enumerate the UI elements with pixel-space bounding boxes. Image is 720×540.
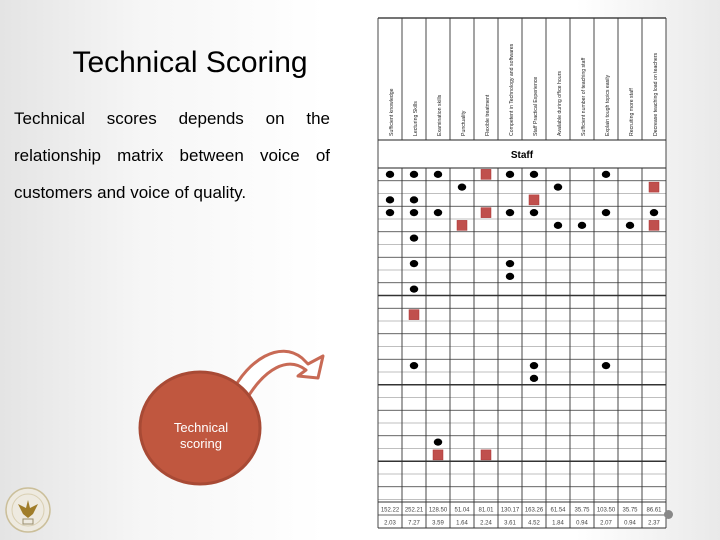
strong-relationship-dot	[385, 196, 395, 204]
strong-relationship-dot	[409, 234, 419, 242]
column-header-label: Recruiting more staff	[629, 88, 635, 136]
absolute-weight-value: 103.50	[597, 508, 616, 514]
column-header-label: Decrease teaching load on teachers	[653, 53, 659, 136]
column-header-label: Lecturing Skills	[413, 101, 419, 136]
strong-relationship-dot	[601, 209, 611, 217]
column-header-label: Competent in Technology and softwares	[509, 43, 515, 136]
relationship-square	[648, 181, 660, 193]
absolute-weight-value: 61.54	[550, 508, 566, 514]
strong-relationship-dot	[601, 170, 611, 178]
relationship-square	[456, 220, 468, 231]
relative-weight-value: 7.27	[408, 521, 420, 527]
absolute-weight-value: 86.61	[646, 508, 662, 514]
strong-relationship-dot	[529, 362, 539, 370]
strong-relationship-dot	[625, 221, 635, 229]
relationship-matrix: Sufficient knowledge Lecturing Skills Exam…	[377, 17, 667, 529]
strong-relationship-dot	[505, 209, 515, 217]
relative-weight-value: 0.94	[576, 521, 588, 527]
absolute-weight-value: 51.04	[454, 508, 470, 514]
strong-relationship-dot	[433, 209, 443, 217]
strong-relationship-dot	[409, 260, 419, 268]
strong-relationship-dot	[649, 209, 659, 217]
strong-relationship-dot	[553, 221, 563, 229]
column-header-label: Staff Practical Experience	[533, 77, 539, 136]
strong-relationship-dot	[505, 260, 515, 268]
absolute-weight-value: 35.75	[574, 508, 590, 514]
slide-nav-dot[interactable]	[664, 510, 673, 519]
strong-relationship-dot	[433, 170, 443, 178]
relative-weight-value: 2.24	[480, 521, 492, 527]
absolute-weight-value: 152.22	[381, 508, 400, 514]
relative-weight-value: 2.37	[648, 521, 660, 527]
relative-weight-value: 0.94	[624, 521, 636, 527]
absolute-weight-value: 163.26	[525, 508, 544, 514]
column-header-label: Available during office hours	[557, 71, 563, 136]
relative-weight-value: 3.59	[432, 521, 444, 527]
absolute-weight-value: 128.50	[429, 508, 448, 514]
column-header-label: Flexible treatment	[485, 94, 491, 136]
relationship-square	[408, 309, 420, 320]
relationship-square	[648, 220, 660, 231]
relationship-square	[480, 449, 492, 461]
column-header-label: Sufficient knowledge	[389, 88, 395, 136]
absolute-weight-value: 81.01	[478, 508, 494, 514]
strong-relationship-dot	[409, 362, 419, 370]
strong-relationship-dot	[457, 183, 467, 191]
relative-weight-value: 1.64	[456, 521, 468, 527]
strong-relationship-dot	[505, 272, 515, 280]
absolute-weight-value: 130.17	[501, 508, 520, 514]
relative-weight-value: 3.61	[504, 521, 516, 527]
strong-relationship-dot	[433, 438, 443, 446]
relative-weight-value: 2.03	[384, 521, 396, 527]
relative-weight-value: 2.07	[600, 521, 612, 527]
strong-relationship-dot	[529, 374, 539, 382]
strong-relationship-dot	[601, 362, 611, 370]
strong-relationship-dot	[409, 209, 419, 217]
strong-relationship-dot	[409, 170, 419, 178]
relationship-square	[480, 207, 492, 218]
column-header-label: Punctuality	[461, 110, 467, 136]
absolute-weight-value: 252.21	[405, 508, 424, 514]
strong-relationship-dot	[505, 170, 515, 178]
column-header-label: Sufficient number of teaching staff	[581, 57, 587, 136]
strong-relationship-dot	[553, 183, 563, 191]
relationship-square	[480, 169, 492, 180]
strong-relationship-dot	[529, 209, 539, 217]
relative-weight-value: 4.52	[528, 521, 540, 527]
strong-relationship-dot	[409, 285, 419, 293]
strong-relationship-dot	[385, 209, 395, 217]
column-header-label: Examination skills	[437, 94, 443, 136]
relative-weight-value: 1.84	[552, 521, 564, 527]
relationship-square	[528, 194, 540, 206]
strong-relationship-dot	[577, 221, 587, 229]
strong-relationship-dot	[409, 196, 419, 204]
strong-relationship-dot	[529, 170, 539, 178]
group-label-staff: Staff	[511, 150, 534, 161]
strong-relationship-dot	[385, 170, 395, 178]
absolute-weight-value: 35.75	[622, 508, 638, 514]
column-header-label: Explain tough topics easily	[605, 74, 611, 136]
relationship-square	[432, 449, 444, 461]
